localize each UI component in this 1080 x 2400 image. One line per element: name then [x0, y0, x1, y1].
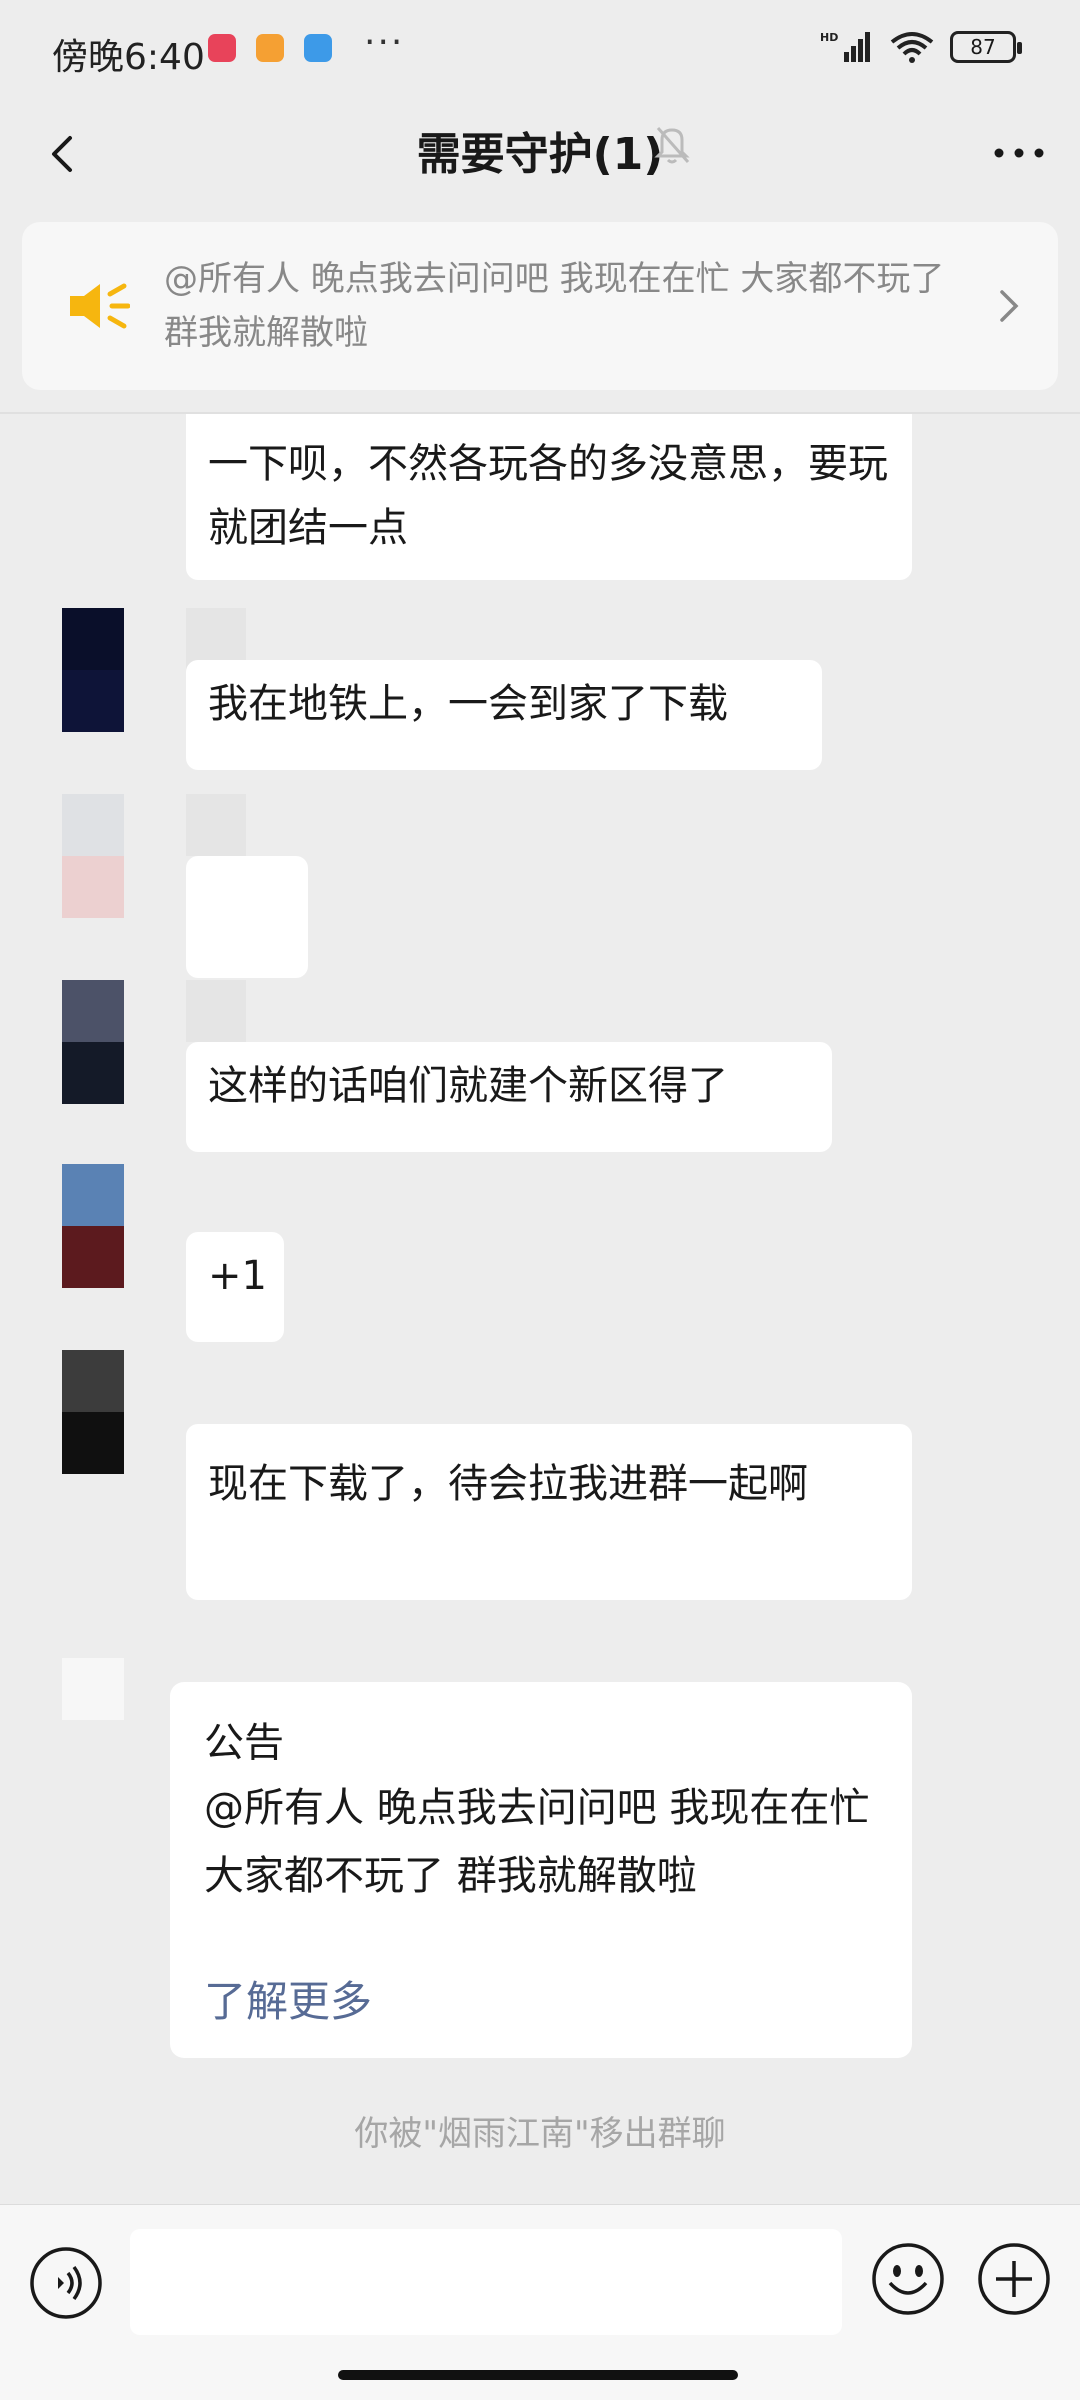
emoji-icon[interactable]	[870, 2241, 946, 2317]
voice-icon[interactable]	[28, 2245, 104, 2321]
more-options-button[interactable]	[984, 118, 1054, 188]
message-bubble[interactable]: 我在地铁上，一会到家了下载	[186, 660, 822, 770]
app-notification-icon	[256, 34, 284, 62]
message-bubble[interactable]: 这样的话咱们就建个新区得了	[186, 1042, 832, 1152]
message-input[interactable]	[130, 2229, 842, 2335]
learn-more-link[interactable]: 了解更多	[204, 1968, 372, 2029]
status-more-icon: ···	[364, 22, 405, 63]
message-bubble[interactable]: 一下呗，不然各玩各的多没意思，要玩就团结一点	[186, 414, 912, 580]
announcement-title: 公告	[204, 1720, 284, 1766]
avatar[interactable]	[62, 1658, 124, 1720]
app-notification-icon	[208, 34, 236, 62]
sender-name	[186, 794, 246, 856]
avatar[interactable]	[62, 980, 124, 1104]
status-time: 傍晚6:40	[52, 37, 205, 78]
announcement-card[interactable]: 公告 @所有人 晚点我去问问吧 我现在在忙 大家都不玩了 群我就解散啦 了解更多	[170, 1682, 912, 2058]
message-bubble[interactable]: 现在下载了，待会拉我进群一起啊	[186, 1424, 912, 1600]
avatar[interactable]	[62, 794, 124, 918]
announcement-body: @所有人 晚点我去问问吧 我现在在忙 大家都不玩了 群我就解散啦	[204, 1785, 870, 1899]
avatar[interactable]	[62, 1164, 124, 1288]
bell-off-icon	[654, 127, 690, 164]
wifi-icon	[890, 32, 934, 63]
plus-circle-icon[interactable]	[976, 2241, 1052, 2317]
group-notice-banner[interactable]: @所有人 晚点我去问问吧 我现在在忙 大家都不玩了 群我就解散啦	[22, 222, 1058, 390]
chevron-right-icon	[1000, 290, 1019, 322]
status-app-icons	[208, 34, 332, 62]
status-indicators: HD 87	[820, 30, 1022, 64]
sender-name	[186, 980, 246, 1042]
battery-level: 87	[970, 35, 996, 59]
svg-text:HD: HD	[820, 31, 838, 44]
app-notification-icon	[304, 34, 332, 62]
avatar[interactable]	[62, 608, 124, 732]
megaphone-icon	[70, 283, 130, 329]
message-text: 我在地铁上，一会到家了下载	[208, 681, 728, 727]
message-text: +1	[208, 1253, 267, 1299]
chat-title: 需要守护(1)	[416, 129, 664, 180]
system-message: 你被"烟雨江南"移出群聊	[354, 2114, 726, 2154]
message-text: 现在下载了，待会拉我进群一起啊	[208, 1461, 808, 1507]
home-indicator[interactable]	[338, 2370, 738, 2380]
message-bubble[interactable]: +1	[186, 1232, 284, 1342]
message-text: 这样的话咱们就建个新区得了	[208, 1063, 728, 1109]
message-text: 一下呗，不然各玩各的多没意思，要玩就团结一点	[208, 441, 888, 551]
image-message[interactable]	[186, 856, 308, 978]
battery-indicator: 87	[950, 31, 1022, 63]
avatar[interactable]	[62, 1350, 124, 1474]
signal-icon: HD	[820, 31, 870, 62]
chat-header: 需要守护(1)	[0, 100, 1080, 210]
notice-banner-text: @所有人 晚点我去问问吧 我现在在忙 大家都不玩了 群我就解散啦	[164, 259, 945, 353]
status-bar: 傍晚6:40 ··· HD 87	[0, 0, 1080, 100]
